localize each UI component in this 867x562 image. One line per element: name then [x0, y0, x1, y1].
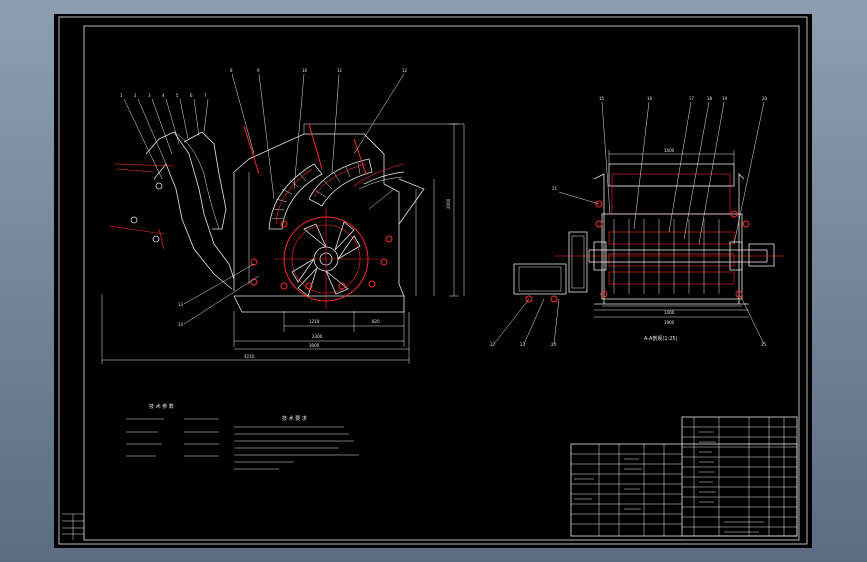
cad-viewport[interactable]: 123 456 789 10 11 12 13 14 1210 820 2300…: [0, 0, 867, 562]
svg-text:25: 25: [761, 342, 767, 347]
front-dim-1400: 1400: [664, 310, 675, 315]
svg-text:9: 9: [257, 68, 260, 73]
svg-text:23: 23: [520, 342, 526, 347]
spec-heading: 技 术 参 数: [149, 403, 174, 410]
dim-height: 2000: [446, 198, 451, 209]
svg-text:19: 19: [722, 96, 728, 101]
tech-requirements: 技 术 要 求: [234, 415, 359, 470]
front-view-caption: A-A剖视(1:25): [644, 335, 678, 342]
side-view: 123 456 78 9 10 11 12 1314 1210 820 2300…: [101, 68, 465, 364]
svg-text:6: 6: [190, 93, 193, 98]
dim-1210: 1210: [309, 319, 320, 324]
tech-specs: 技 术 参 数: [126, 403, 219, 457]
svg-text:20: 20: [762, 96, 768, 101]
svg-text:24: 24: [551, 342, 557, 347]
svg-text:1: 1: [120, 93, 123, 98]
svg-text:21: 21: [552, 186, 558, 191]
svg-text:15: 15: [599, 96, 605, 101]
tech-heading: 技 术 要 求: [282, 415, 307, 422]
svg-text:4: 4: [162, 93, 165, 98]
outer-border: [58, 16, 808, 545]
svg-text:12: 12: [402, 68, 408, 73]
dim-3000: 3000: [309, 343, 320, 348]
svg-text:11: 11: [337, 68, 343, 73]
front-dim-1900: 1900: [664, 320, 675, 325]
svg-text:5: 5: [176, 93, 179, 98]
svg-text:14: 14: [178, 322, 184, 327]
left-stamp: [62, 513, 84, 540]
dim-820: 820: [372, 319, 380, 324]
svg-text:3: 3: [148, 93, 151, 98]
svg-text:13: 13: [178, 302, 184, 307]
svg-text:7: 7: [204, 93, 207, 98]
dim-2300: 2300: [312, 334, 323, 339]
svg-text:10: 10: [302, 68, 308, 73]
dim-4210: 4210: [244, 354, 255, 359]
svg-text:17: 17: [689, 96, 695, 101]
svg-text:18: 18: [707, 96, 713, 101]
drawing-sheet: 123 456 789 10 11 12 13 14 1210 820 2300…: [54, 14, 812, 548]
svg-text:8: 8: [230, 68, 233, 73]
drawing-canvas: 123 456 78 9 10 11 12 1314 1210 820 2300…: [58, 16, 808, 545]
inner-frame: [83, 25, 800, 541]
svg-text:22: 22: [490, 342, 496, 347]
front-view: 15 16 17 18 19 20 21 22 23 24 25 1400 1400 1900…: [490, 96, 784, 347]
front-dim-top: 1400: [664, 148, 675, 153]
svg-text:2: 2: [134, 93, 137, 98]
svg-text:16: 16: [647, 96, 653, 101]
title-block: [570, 416, 798, 537]
